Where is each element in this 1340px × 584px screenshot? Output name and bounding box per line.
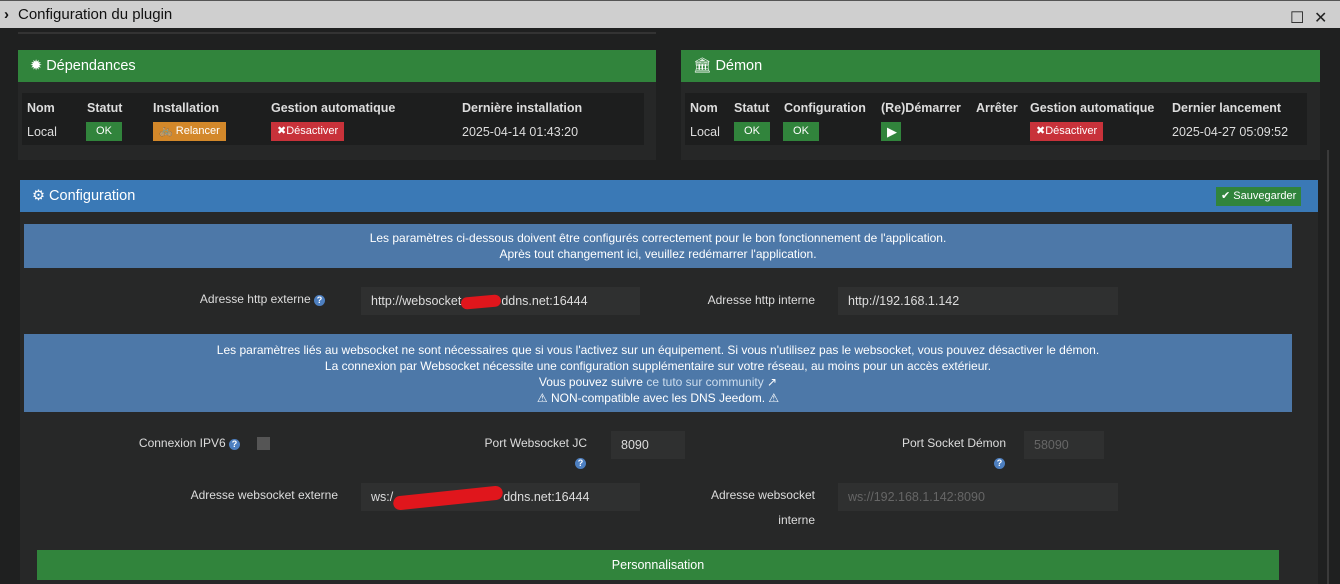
gear-icon: ✹ (30, 58, 47, 74)
ext-http-input[interactable]: http://websocket ddns.net:16444 (361, 287, 640, 315)
relaunch-button[interactable]: 🚲 Relancer (153, 122, 226, 141)
config-badge: OK (783, 122, 819, 141)
int-ws-label: Adresse websocket (710, 488, 815, 502)
col-header: Nom (27, 101, 55, 115)
info-box: Les paramètres ci-dessous doivent être c… (24, 224, 1292, 268)
daemon-panel: 🏛 Démon Nom Statut Configuration (Re)Dém… (681, 50, 1320, 160)
personalisation-section[interactable]: Personnalisation (37, 550, 1279, 580)
dependencies-title: Dépendances (46, 58, 136, 74)
external-link-icon: ↗ (767, 375, 778, 389)
chevron-right-icon: › (4, 6, 9, 23)
warning-icon: ⚠ (768, 391, 780, 405)
ipv6-label: Connexion IPV6 ? (100, 436, 240, 450)
ws-port-label: Port Websocket JC (484, 436, 587, 450)
col-header: Gestion automatique (1030, 101, 1155, 115)
col-header: Gestion automatique (271, 101, 396, 115)
disable-label: Désactiver (286, 125, 339, 137)
info-line: Après tout changement ici, veuillez redé… (499, 247, 817, 261)
status-badge: OK (734, 122, 770, 141)
daemon-port-input[interactable]: 58090 (1024, 431, 1104, 459)
col-header: Dernier lancement (1172, 101, 1282, 115)
scrollbar[interactable] (1327, 150, 1329, 584)
int-http-input[interactable]: http://192.168.1.142 (838, 287, 1118, 315)
save-button[interactable]: ✔ Sauvegarder (1216, 187, 1302, 206)
info-line: ⚠ NON-compatible avec les DNS Jeedom. ⚠ (536, 391, 780, 405)
divider (18, 32, 656, 34)
ext-http-label: Adresse http externe ? (170, 292, 325, 306)
help-icon[interactable]: ? (575, 458, 586, 469)
last-launch: 2025-04-27 05:09:52 (1172, 125, 1289, 139)
configuration-header: ⚙ Configuration (20, 180, 1318, 212)
col-header: Arrêter (976, 101, 1018, 115)
col-header: Dernière installation (462, 101, 583, 115)
redaction-mark (460, 293, 502, 310)
window-title: Configuration du plugin (18, 6, 173, 23)
dependencies-table: Nom Statut Installation Gestion automati… (22, 93, 644, 145)
redaction-mark (392, 484, 504, 511)
int-ws-input[interactable]: ws://192.168.1.142:8090 (838, 483, 1118, 511)
col-header: Nom (690, 101, 718, 115)
start-button[interactable]: ▶ (881, 122, 901, 141)
configuration-panel: ⚙ Configuration ✔ Sauvegarder Les paramè… (20, 180, 1318, 584)
info-line: Les paramètres ci-dessous doivent être c… (369, 231, 947, 245)
col-header: Configuration (784, 101, 866, 115)
help-icon[interactable]: ? (994, 458, 1005, 469)
daemon-port-label: Port Socket Démon (901, 436, 1006, 450)
disable-auto-button[interactable]: ✖Désactiver (1030, 122, 1104, 141)
dependencies-panel: ✹ Dépendances Nom Statut Installation Ge… (18, 50, 656, 160)
daemon-header: 🏛 Démon (681, 50, 1320, 82)
int-ws-label: interne (778, 513, 815, 527)
configuration-title: Configuration (49, 188, 136, 204)
last-install: 2025-04-14 01:43:20 (462, 125, 579, 139)
gears-icon: ⚙ (32, 188, 50, 204)
window-titlebar: › Configuration du plugin ☐ ✕ (0, 0, 1340, 28)
ext-ws-input[interactable]: ws:/ddns.net:16444 (361, 483, 640, 511)
daemon-table: Nom Statut Configuration (Re)Démarrer Ar… (685, 93, 1307, 145)
info-line: Vous pouvez suivre ce tuto sur community… (538, 375, 778, 389)
status-badge: OK (86, 122, 122, 141)
col-header: Installation (153, 101, 219, 115)
col-header: Statut (87, 101, 123, 115)
disable-label: Désactiver (1045, 125, 1098, 137)
daemon-title: Démon (715, 58, 763, 74)
daemon-name: Local (690, 125, 720, 139)
info-line: La connexion par Websocket nécessite une… (324, 359, 992, 373)
warning-icon: ⚠ (536, 391, 548, 405)
dependencies-header: ✹ Dépendances (18, 50, 656, 82)
close-icon[interactable]: ✕ (1314, 5, 1327, 33)
col-header: (Re)Démarrer (881, 101, 961, 115)
ipv6-checkbox[interactable] (257, 437, 270, 450)
save-label: Sauvegarder (1233, 190, 1297, 202)
relaunch-label: Relancer (175, 125, 220, 137)
info-line: Les paramètres liés au websocket ne sont… (216, 343, 1100, 357)
ws-port-input[interactable]: 8090 (611, 431, 685, 459)
col-header: Statut (734, 101, 770, 115)
help-icon[interactable]: ? (314, 295, 325, 306)
int-http-label: Adresse http interne (707, 293, 815, 307)
bank-icon: 🏛 (693, 58, 716, 74)
help-icon[interactable]: ? (229, 439, 240, 450)
dep-name: Local (27, 125, 57, 139)
disable-auto-button[interactable]: ✖Désactiver (271, 122, 345, 141)
ext-ws-label: Adresse websocket externe (190, 488, 338, 502)
tuto-link[interactable]: ce tuto sur community (646, 375, 763, 389)
maximize-icon[interactable]: ☐ (1290, 5, 1304, 33)
websocket-info-box: Les paramètres liés au websocket ne sont… (24, 334, 1292, 412)
